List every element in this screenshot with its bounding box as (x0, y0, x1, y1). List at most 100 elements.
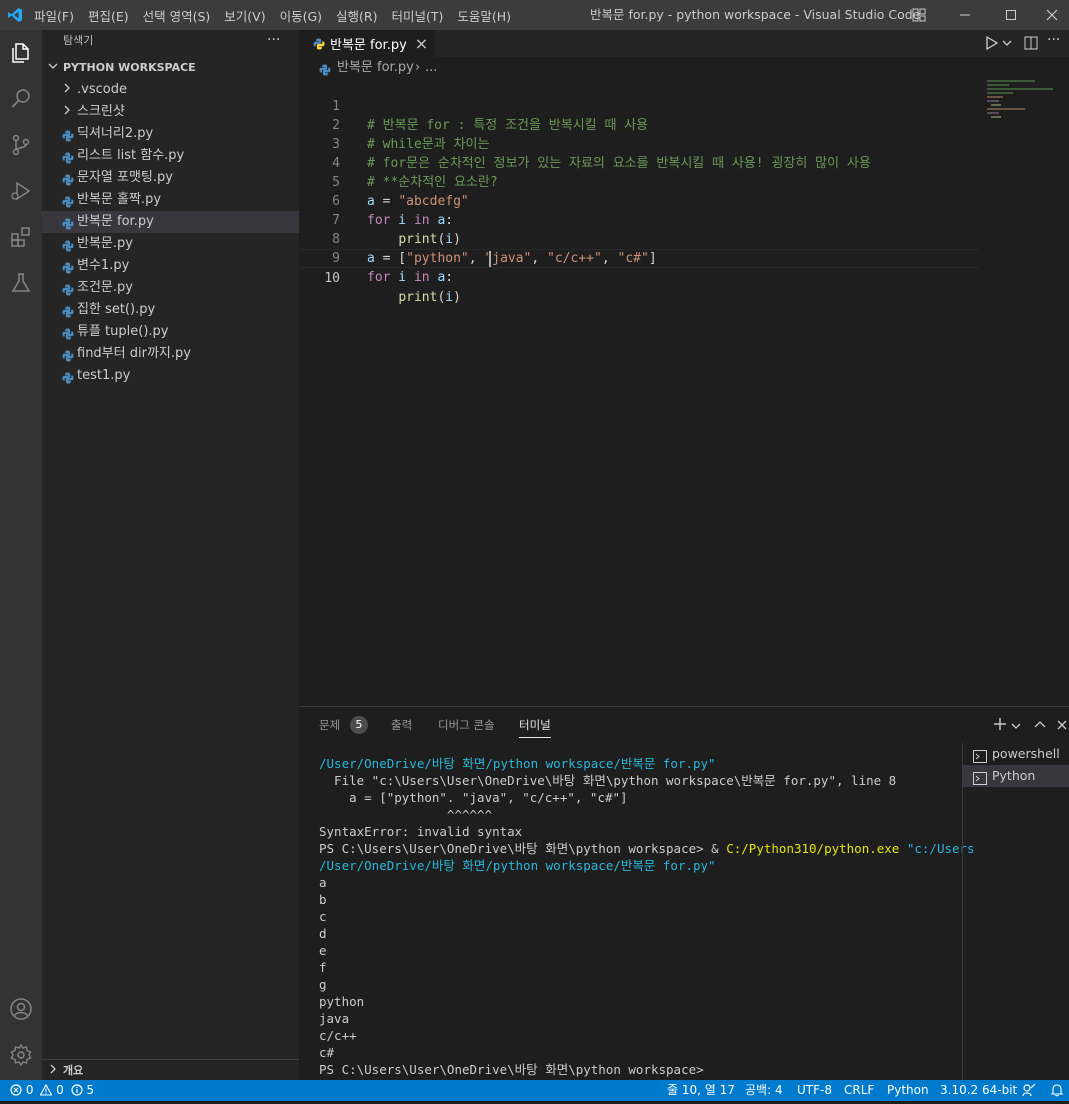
menu-selection[interactable]: 선택 영역(S) (139, 6, 215, 25)
explorer-icon[interactable] (0, 30, 42, 76)
folder-item[interactable]: 스크린샷 (42, 101, 299, 123)
workspace-folder-header[interactable]: PYTHON WORKSPACE (42, 57, 299, 79)
terminal-entry-python[interactable]: Python (963, 765, 1069, 787)
code-token-variable: a (429, 213, 446, 228)
error-count: 0 (25, 1083, 34, 1097)
terminal-line: PS C:\Users\User\OneDrive\바탕 화면\python w… (319, 840, 975, 857)
maximize-panel-icon[interactable] (1034, 719, 1046, 735)
indentation-status[interactable]: 공백: 4 (745, 1080, 783, 1101)
menu-terminal[interactable]: 터미널(T) (388, 6, 448, 25)
file-label: 튜플 tuple().py (77, 324, 169, 339)
minimap[interactable] (985, 78, 1055, 118)
terminal-line: b (319, 892, 327, 907)
menu-view[interactable]: 보기(V) (220, 6, 269, 25)
tab-output[interactable]: 출력 (391, 707, 412, 743)
tab-problems[interactable]: 문제 5 (319, 707, 368, 743)
close-window-icon[interactable] (1034, 0, 1069, 30)
testing-flask-icon[interactable] (0, 260, 42, 306)
folder-item[interactable]: .vscode (42, 79, 299, 101)
code-editor[interactable]: 1 # 반복문 for : 특정 조건을 반복시킬 때 사용 2 # while… (299, 78, 989, 305)
search-icon[interactable] (0, 76, 42, 122)
chevron-down-icon[interactable] (1011, 720, 1021, 735)
menu-edit[interactable]: 편집(E) (84, 6, 133, 25)
language-mode[interactable]: Python (887, 1080, 929, 1101)
chevron-right-icon (62, 101, 72, 123)
chevron-down-icon[interactable] (1002, 37, 1012, 52)
line-number: 10 (324, 271, 340, 286)
file-item[interactable]: 변수1.py (42, 255, 299, 277)
title-bar: 파일(F) 편집(E) 선택 영역(S) 보기(V) 이동(G) 실행(R) 터… (0, 0, 1069, 30)
code-line: 7 print(i) (299, 192, 461, 247)
file-label: 문자열 포맷팅.py (77, 170, 173, 185)
encoding-status[interactable]: UTF-8 (797, 1080, 832, 1101)
terminal-entry-label: Python (992, 768, 1036, 783)
tab-terminal[interactable]: 터미널 (519, 707, 551, 738)
file-item[interactable]: 튜플 tuple().py (42, 321, 299, 343)
outline-section[interactable]: 개요 (42, 1059, 299, 1082)
extensions-icon[interactable] (0, 214, 42, 260)
code-line: 1 # 반복문 for : 특정 조건을 반복시킬 때 사용 (299, 78, 648, 133)
code-token-keyword: for (367, 213, 391, 228)
file-item[interactable]: test1.py (42, 365, 299, 387)
close-panel-icon[interactable] (1056, 719, 1068, 735)
file-label: test1.py (77, 368, 131, 383)
explorer-sidebar: 탐색기 ··· PYTHON WORKSPACE .vscode 스크린샷 딕셔… (42, 30, 299, 1080)
cursor-position[interactable]: 줄 10, 열 17 (667, 1080, 735, 1101)
editor-area: 반복문 for.py × ··· 반복문 for.py › ... 1 # 반복… (299, 30, 1069, 706)
file-item[interactable]: find부터 dir까지.py (42, 343, 299, 365)
file-item[interactable]: 반복문 홀짝.py (42, 189, 299, 211)
layout-toggle-icon[interactable] (896, 0, 942, 30)
menu-file[interactable]: 파일(F) (30, 6, 78, 25)
terminal-line: java (319, 1011, 350, 1026)
code-token-punct: : (445, 213, 454, 228)
python-file-icon (62, 370, 74, 392)
file-item[interactable]: 조건문.py (42, 277, 299, 299)
more-actions-icon[interactable]: ··· (267, 30, 280, 52)
file-item[interactable]: 반복문.py (42, 233, 299, 255)
new-terminal-icon[interactable] (993, 717, 1007, 735)
maximize-icon[interactable] (988, 0, 1034, 30)
more-actions-icon[interactable]: ··· (1047, 32, 1060, 48)
file-item[interactable]: 집한 set().py (42, 299, 299, 321)
minimize-icon[interactable] (942, 0, 988, 30)
code-token-punct: : (445, 270, 454, 285)
run-debug-icon[interactable] (0, 168, 42, 214)
terminal-entry-powershell[interactable]: powershell (963, 743, 1069, 765)
eol-status[interactable]: CRLF (844, 1080, 874, 1101)
chevron-right-icon (62, 79, 72, 101)
terminal-line: /User/OneDrive/바탕 화면/python workspace/반복… (319, 858, 716, 873)
python-interpreter[interactable]: 3.10.2 64-bit (940, 1080, 1017, 1101)
terminal-line: ^^^^^^ (319, 807, 493, 822)
file-item[interactable]: 반복문 for.py (42, 211, 299, 233)
file-item[interactable]: 리스트 list 함수.py (42, 145, 299, 167)
close-tab-icon[interactable]: × (415, 34, 428, 53)
breadcrumb-file[interactable]: 반복문 for.py (337, 57, 414, 79)
problems-status[interactable]: 0 0 5 (10, 1080, 94, 1101)
file-item[interactable]: 문자열 포맷팅.py (42, 167, 299, 189)
settings-gear-icon[interactable] (0, 1032, 42, 1078)
outline-label: 개요 (63, 1064, 84, 1077)
tab-active-file[interactable]: 반복문 for.py × (299, 30, 435, 57)
menu-go[interactable]: 이동(G) (276, 6, 326, 25)
terminal-output[interactable]: /User/OneDrive/바탕 화면/python workspace/반복… (299, 755, 975, 1080)
terminal-prompt-line: PS C:\Users\User\OneDrive\바탕 화면\python w… (319, 1062, 704, 1077)
comment-text: # for문은 순차적인 정보가 있는 자료의 요소를 반복시킬 때 사용! 굉… (367, 156, 871, 171)
tab-debug-console[interactable]: 디버그 콘솔 (438, 707, 495, 743)
code-line: 6 for i in a: (299, 173, 453, 228)
menu-help[interactable]: 도움말(H) (453, 6, 515, 25)
breadcrumb-more[interactable]: ... (425, 57, 437, 79)
folder-label: .vscode (77, 82, 127, 97)
split-editor-icon[interactable] (1024, 36, 1038, 54)
terminal-list: powershell Python (962, 743, 1069, 1080)
code-line-current: 10 print(i) (299, 249, 979, 305)
account-icon[interactable] (0, 986, 42, 1032)
code-line: 3 # for문은 순차적인 정보가 있는 자료의 요소를 반복시킬 때 사용!… (299, 116, 871, 171)
source-control-icon[interactable] (0, 122, 42, 168)
info-count: 5 (86, 1083, 95, 1097)
error-icon (10, 1082, 22, 1103)
file-item[interactable]: 딕셔너리2.py (42, 123, 299, 145)
run-file-icon[interactable] (985, 35, 999, 55)
code-token-keyword: in (413, 213, 430, 228)
menu-run[interactable]: 실행(R) (332, 6, 381, 25)
